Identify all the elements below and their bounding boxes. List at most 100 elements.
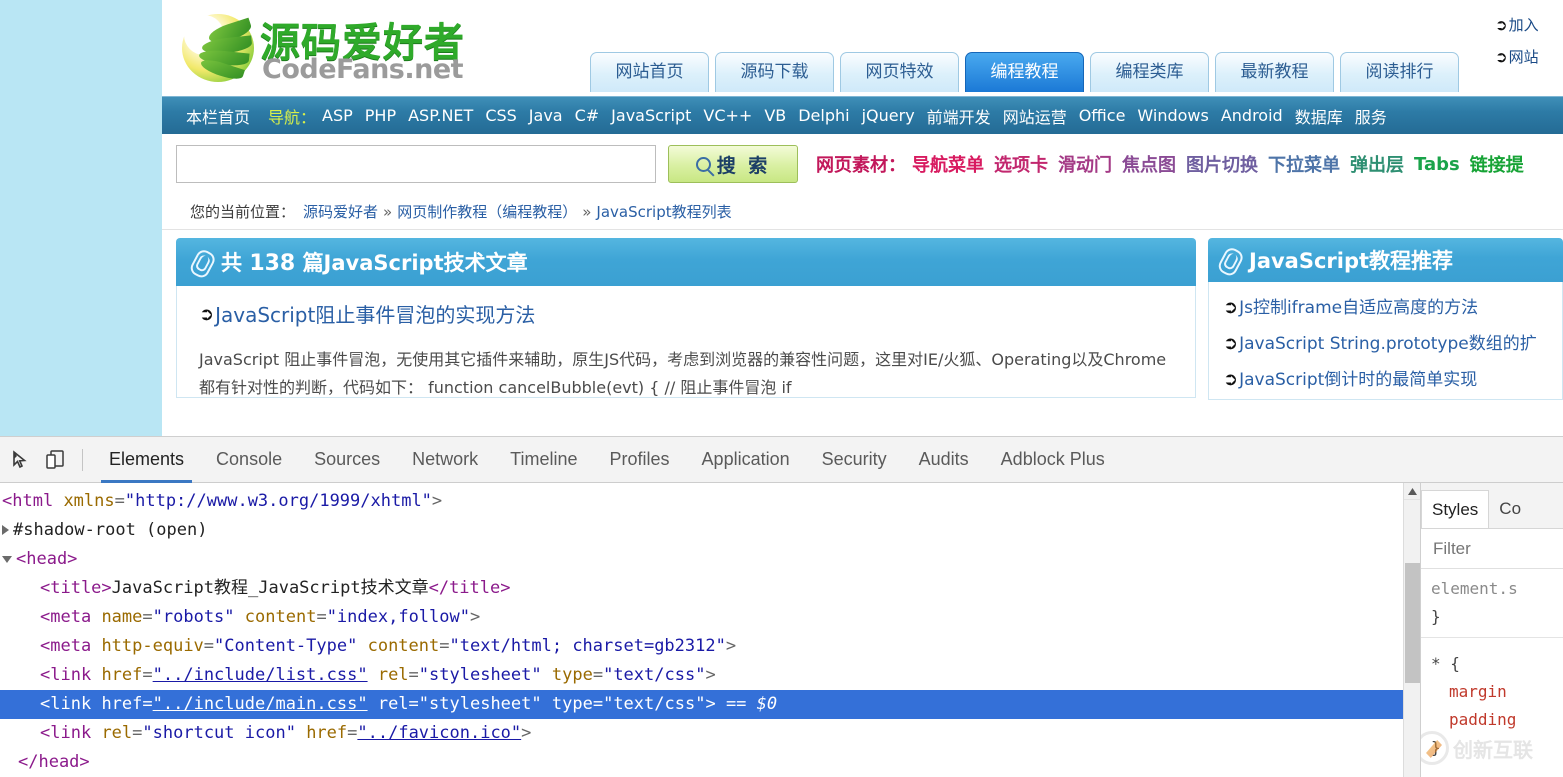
material-link-tabs-cn[interactable]: 选项卡	[994, 151, 1048, 177]
breadcrumb-item-home[interactable]: 源码爱好者	[303, 201, 378, 222]
nav-item-css[interactable]: CSS	[485, 106, 516, 125]
corner-links: ➲加入 ➲网站	[1495, 18, 1563, 82]
recommend-list: ➲Js控制iframe自适应高度的方法 ➲JavaScript String.p…	[1208, 282, 1563, 400]
nav-item-vcpp[interactable]: VC++	[703, 106, 752, 125]
nav-item-jquery[interactable]: jQuery	[862, 106, 915, 125]
styles-divider	[1421, 637, 1563, 638]
recommend-title: JavaScript教程推荐	[1249, 249, 1454, 273]
material-link-focus[interactable]: 焦点图	[1122, 151, 1176, 177]
tab-tutorials[interactable]: 编程教程	[965, 52, 1084, 92]
styles-tab-styles[interactable]: Styles	[1421, 490, 1490, 528]
tab-ranking[interactable]: 阅读排行	[1340, 52, 1459, 92]
dom-line-shadow-root[interactable]: #shadow-root (open)	[0, 516, 1420, 545]
tab-effects[interactable]: 网页特效	[840, 52, 959, 92]
styles-tab-computed[interactable]: Co	[1489, 490, 1531, 528]
material-link-nav-menu[interactable]: 导航菜单	[912, 151, 984, 177]
devtools-tab-security[interactable]: Security	[806, 437, 903, 483]
dom-line-meta-robots[interactable]: <meta name="robots" content="index,follo…	[0, 603, 1420, 632]
nav-item-aspnet[interactable]: ASP.NET	[408, 106, 473, 125]
dom-line-link-main-css-selected[interactable]: <link href="../include/main.css" rel="st…	[0, 690, 1420, 719]
nav-item-delphi[interactable]: Delphi	[798, 106, 849, 125]
devtools-tab-timeline[interactable]: Timeline	[494, 437, 593, 483]
nav-item-windows[interactable]: Windows	[1137, 106, 1208, 125]
styles-sidebar: Styles Co element.s } * { margin padding…	[1420, 483, 1563, 777]
search-button[interactable]: 搜 索	[668, 145, 798, 183]
devtools-tab-profiles[interactable]: Profiles	[594, 437, 686, 483]
nav-item-office[interactable]: Office	[1079, 106, 1126, 125]
corner-link-sitemap[interactable]: ➲网站	[1495, 50, 1563, 66]
dom-line-link-favicon[interactable]: <link rel="shortcut icon" href="../favic…	[0, 719, 1420, 748]
nav-item-vb[interactable]: VB	[764, 106, 786, 125]
tab-libraries[interactable]: 编程类库	[1090, 52, 1209, 92]
tab-latest[interactable]: 最新教程	[1215, 52, 1334, 92]
dom-line-link-list-css[interactable]: <link href="../include/list.css" rel="st…	[0, 661, 1420, 690]
tab-downloads[interactable]: 源码下载	[715, 52, 834, 92]
tab-home[interactable]: 网站首页	[590, 52, 709, 92]
toolbar-divider	[82, 448, 83, 471]
breadcrumb-item-category[interactable]: 网页制作教程（编程教程）	[397, 201, 577, 222]
styles-tabs: Styles Co	[1421, 483, 1563, 529]
style-property-padding[interactable]: padding	[1431, 706, 1563, 734]
materials-title: 网页素材：	[816, 155, 906, 176]
devtools-tab-adblockplus[interactable]: Adblock Plus	[985, 437, 1121, 483]
nav-item-php[interactable]: PHP	[365, 106, 396, 125]
style-selector-element[interactable]: element.s	[1431, 575, 1563, 603]
material-link-dropdown[interactable]: 下拉菜单	[1268, 151, 1340, 177]
material-link-img-switch[interactable]: 图片切换	[1186, 151, 1258, 177]
search-input[interactable]	[176, 145, 656, 183]
site-logo[interactable]: 源码爱好者 CodeFans.net	[182, 8, 502, 88]
article-list-header: 共 138 篇JavaScript技术文章	[176, 238, 1196, 286]
dom-line-title[interactable]: <title>JavaScript教程_JavaScript技术文章</titl…	[0, 574, 1420, 603]
devtools-tab-elements[interactable]: Elements	[93, 437, 200, 483]
nav-item-frontend[interactable]: 前端开发	[927, 104, 991, 128]
style-property-margin[interactable]: margin	[1431, 678, 1563, 706]
material-link-popup[interactable]: 弹出层	[1350, 151, 1404, 177]
nav-section-home[interactable]: 本栏首页	[186, 104, 250, 128]
devtools-tab-console[interactable]: Console	[200, 437, 298, 483]
breadcrumb-item-current[interactable]: JavaScript教程列表	[596, 201, 731, 222]
nav-item-server[interactable]: 服务	[1355, 104, 1387, 128]
dom-line-head-close[interactable]: </head>	[0, 748, 1420, 777]
dom-tree-scrollbar[interactable]	[1403, 483, 1420, 777]
material-link-tabs[interactable]: Tabs	[1414, 154, 1460, 175]
nav-item-java[interactable]: Java	[529, 106, 563, 125]
browser-viewport: 源码爱好者 CodeFans.net ➲加入 ➲网站 网站首页 源码下载 网页特…	[0, 0, 1563, 436]
recommend-item[interactable]: ➲JavaScript倒计时的最简单实现	[1223, 369, 1477, 390]
site-header: 源码爱好者 CodeFans.net ➲加入 ➲网站 网站首页 源码下载 网页特…	[162, 0, 1563, 96]
devtools-body: <html xmlns="http://www.w3.org/1999/xhtm…	[0, 483, 1563, 777]
dom-line-html[interactable]: <html xmlns="http://www.w3.org/1999/xhtm…	[0, 487, 1420, 516]
scrollbar-thumb[interactable]	[1405, 563, 1420, 683]
material-link-link-tip[interactable]: 链接提	[1470, 151, 1524, 177]
page-left-gutter	[0, 0, 162, 436]
devtools-tab-sources[interactable]: Sources	[298, 437, 396, 483]
recommend-item[interactable]: ➲JavaScript String.prototype数组的扩	[1223, 333, 1537, 354]
dom-line-head[interactable]: <head>	[0, 545, 1420, 574]
dom-line-meta-content-type[interactable]: <meta http-equiv="Content-Type" content=…	[0, 632, 1420, 661]
collapse-triangle-icon[interactable]	[2, 555, 12, 563]
style-rule-element: element.s }	[1421, 569, 1563, 631]
devtools-tab-application[interactable]: Application	[686, 437, 806, 483]
device-toolbar-icon[interactable]	[38, 443, 72, 477]
nav-item-javascript[interactable]: JavaScript	[611, 106, 691, 125]
logo-text-en: CodeFans.net	[262, 54, 464, 85]
corner-link-favorite[interactable]: ➲加入	[1495, 18, 1563, 34]
nav-item-asp[interactable]: ASP	[322, 106, 353, 125]
arrow-icon: ➲	[1223, 369, 1239, 390]
nav-item-database[interactable]: 数据库	[1295, 104, 1343, 128]
primary-tabs: 网站首页 源码下载 网页特效 编程教程 编程类库 最新教程 阅读排行	[590, 48, 1459, 92]
expand-triangle-icon[interactable]	[2, 525, 9, 535]
scroll-up-arrow-icon[interactable]	[1404, 483, 1420, 500]
nav-item-csharp[interactable]: C#	[575, 106, 600, 125]
devtools-tab-audits[interactable]: Audits	[903, 437, 985, 483]
devtools-tab-network[interactable]: Network	[396, 437, 494, 483]
style-selector-universal[interactable]: * {	[1431, 650, 1563, 678]
recommend-header: JavaScript教程推荐	[1208, 238, 1563, 282]
styles-filter-input[interactable]	[1433, 538, 1543, 559]
inspect-cursor-icon[interactable]	[4, 443, 38, 477]
recommend-item[interactable]: ➲Js控制iframe自适应高度的方法	[1223, 297, 1478, 318]
material-link-sliding[interactable]: 滑动门	[1058, 151, 1112, 177]
nav-item-android[interactable]: Android	[1221, 106, 1283, 125]
nav-item-webops[interactable]: 网站运营	[1003, 104, 1067, 128]
paperclip-icon	[189, 247, 215, 276]
article-title-link[interactable]: ➲ JavaScript 阻止事件冒泡的实现方法	[199, 302, 1173, 328]
